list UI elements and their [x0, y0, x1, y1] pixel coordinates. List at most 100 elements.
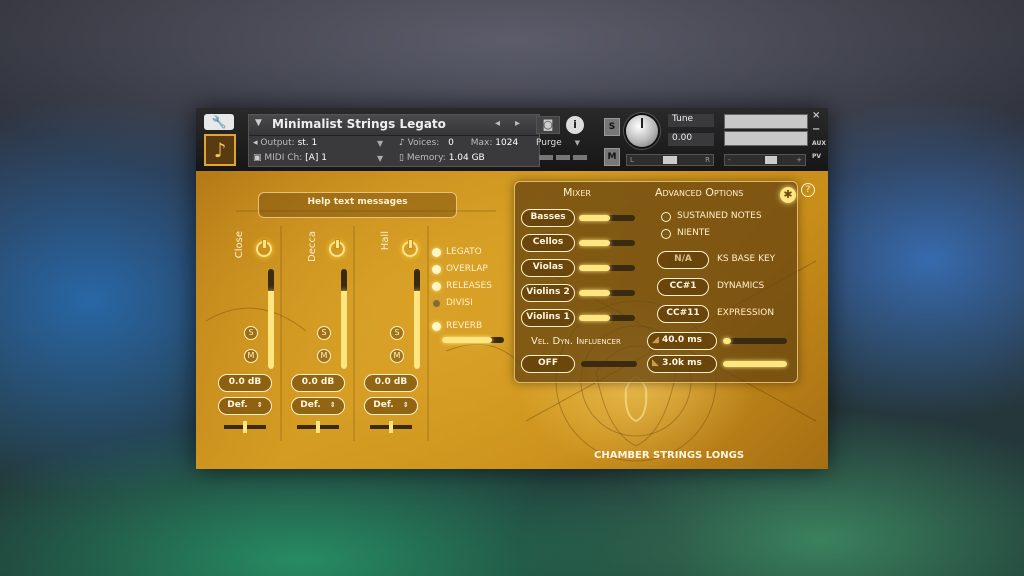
hall-db-field[interactable]: 0.0 dB — [364, 374, 418, 392]
purge-dropdown-icon: ▼ — [574, 139, 581, 147]
pv-button[interactable]: PV — [812, 153, 821, 160]
mixer-violins2-button[interactable]: Violins 2 — [521, 284, 575, 302]
close-pan-slider[interactable] — [224, 421, 266, 433]
tune-knob[interactable] — [626, 115, 658, 147]
aux-button[interactable]: AUX — [812, 140, 826, 147]
option-overlap[interactable]: OVERLAP — [432, 264, 488, 274]
tune-value[interactable]: 0.00 — [668, 133, 714, 146]
mute-button[interactable]: M — [604, 148, 620, 166]
gear-icon[interactable]: ✱ — [780, 187, 796, 203]
option-legato[interactable]: LEGATO — [432, 247, 482, 257]
close-power-icon[interactable] — [256, 239, 272, 257]
wrench-icon[interactable]: 🔧 — [204, 114, 234, 130]
release-time-slider[interactable] — [723, 361, 787, 367]
close-solo-button[interactable]: S — [244, 326, 258, 340]
mixer-violas-button[interactable]: Violas — [521, 259, 575, 277]
midi-label: MIDI Ch: — [264, 153, 303, 163]
divisi-toggle-icon[interactable] — [432, 299, 441, 308]
voices-row: ♪ Voices: 0 Max: 1024 — [399, 138, 518, 148]
purge-dropdown[interactable]: Purge ▼ — [536, 138, 580, 148]
violins2-level-fill — [579, 290, 610, 296]
midi-row[interactable]: ▣ MIDI Ch: [A] 1 — [253, 153, 327, 163]
hall-pan-slider[interactable] — [370, 421, 412, 433]
basses-level-slider[interactable] — [579, 215, 635, 221]
niente-radio[interactable] — [661, 229, 671, 239]
close-preset-value: Def. — [227, 400, 248, 410]
overlap-toggle-icon[interactable] — [432, 265, 441, 274]
instrument-header: 🔧 ♪ ▼ Minimalist Strings Legato ◂ ▸ ◂ Ou… — [196, 108, 828, 171]
mixer-basses-button[interactable]: Basses — [521, 209, 575, 227]
hall-power-icon[interactable] — [402, 239, 418, 257]
minimize-button[interactable]: − — [812, 124, 820, 135]
output-value: st. 1 — [297, 138, 318, 148]
close-db-field[interactable]: 0.0 dB — [218, 374, 272, 392]
volume-slider[interactable]: - + — [724, 154, 806, 166]
decca-db-field[interactable]: 0.0 dB — [291, 374, 345, 392]
hall-solo-button[interactable]: S — [390, 326, 404, 340]
option-releases[interactable]: RELEASES — [432, 281, 492, 291]
tune-label: Tune — [668, 114, 714, 127]
decca-preset-dropdown[interactable]: Def. ⇕ — [291, 397, 345, 415]
hall-preset-value: Def. — [373, 400, 394, 410]
release-time-field[interactable]: ◣ 3.0k ms — [647, 355, 717, 373]
vel-dyn-influencer-toggle[interactable]: OFF — [521, 355, 575, 373]
decca-volume-fader[interactable] — [341, 269, 347, 369]
hall-pan-handle[interactable] — [389, 421, 393, 433]
violas-level-slider[interactable] — [579, 265, 635, 271]
sustained-notes-radio[interactable] — [661, 212, 671, 222]
instrument-title-row: ▼ Minimalist Strings Legato ◂ ▸ — [249, 115, 539, 136]
memory-label: Memory: — [406, 153, 446, 163]
close-mute-button[interactable]: M — [244, 349, 258, 363]
hall-preset-dropdown[interactable]: Def. ⇕ — [364, 397, 418, 415]
decca-solo-button[interactable]: S — [317, 326, 331, 340]
instrument-name[interactable]: Minimalist Strings Legato — [272, 117, 446, 131]
pan-slider[interactable]: L R — [626, 154, 714, 166]
legato-toggle-icon[interactable] — [432, 248, 441, 257]
reverb-level-slider[interactable] — [442, 337, 504, 343]
close-button[interactable]: × — [812, 110, 820, 121]
mixer-violins1-button[interactable]: Violins 1 — [521, 309, 575, 327]
releases-toggle-icon[interactable] — [432, 282, 441, 291]
cellos-level-slider[interactable] — [579, 240, 635, 246]
output-dropdown-icon[interactable]: ▼ — [377, 139, 383, 148]
attack-time-slider[interactable] — [723, 338, 787, 344]
pan-slider-handle[interactable] — [663, 156, 677, 164]
midi-dropdown-icon[interactable]: ▼ — [377, 154, 383, 163]
violins1-level-slider[interactable] — [579, 315, 635, 321]
close-volume-fader[interactable] — [268, 269, 274, 369]
hall-volume-fader[interactable] — [414, 269, 420, 369]
option-reverb[interactable]: REVERB — [432, 321, 482, 331]
info-icon[interactable]: i — [566, 116, 584, 134]
hall-mute-button[interactable]: M — [390, 349, 404, 363]
decca-pan-slider[interactable] — [297, 421, 339, 433]
close-pan-handle[interactable] — [243, 421, 247, 433]
next-instrument-button[interactable]: ▸ — [515, 118, 520, 129]
output-row[interactable]: ◂ Output: st. 1 — [253, 138, 317, 148]
reverb-toggle-icon[interactable] — [432, 322, 441, 331]
instrument-info-box: ▼ Minimalist Strings Legato ◂ ▸ ◂ Output… — [248, 114, 540, 167]
snapshot-camera-icon[interactable]: ◙ — [536, 116, 560, 134]
ks-base-key-field[interactable]: N/A — [657, 251, 709, 269]
expression-cc-field[interactable]: CC#11 — [657, 305, 709, 323]
option-divisi[interactable]: DIVISI — [432, 298, 473, 308]
decca-mute-button[interactable]: M — [317, 349, 331, 363]
decca-power-icon[interactable] — [329, 239, 345, 257]
max-voices-value[interactable]: 1024 — [495, 138, 518, 148]
decca-pan-handle[interactable] — [316, 421, 320, 433]
attack-time-field[interactable]: ◢ 40.0 ms — [647, 332, 717, 350]
output-level-meter-left — [724, 114, 808, 129]
close-preset-dropdown[interactable]: Def. ⇕ — [218, 397, 272, 415]
solo-button[interactable]: S — [604, 118, 620, 136]
mixer-cellos-button[interactable]: Cellos — [521, 234, 575, 252]
dynamics-label: DYNAMICS — [717, 281, 765, 291]
purge-label: Purge — [536, 138, 562, 148]
volume-slider-handle[interactable] — [765, 156, 777, 164]
decca-preset-value: Def. — [300, 400, 321, 410]
vel-dyn-influencer-slider[interactable] — [581, 361, 637, 367]
help-question-icon[interactable]: ? — [801, 183, 815, 197]
violins2-level-slider[interactable] — [579, 290, 635, 296]
instrument-menu-arrow-icon[interactable]: ▼ — [255, 118, 262, 128]
prev-instrument-button[interactable]: ◂ — [495, 118, 500, 129]
purge-meter — [539, 155, 587, 160]
dynamics-cc-field[interactable]: CC#1 — [657, 278, 709, 296]
